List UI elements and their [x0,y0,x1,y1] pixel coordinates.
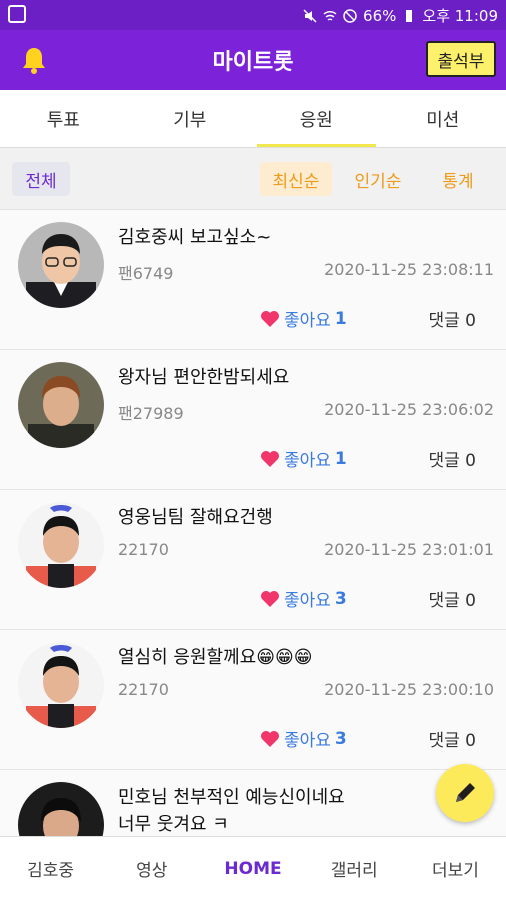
comment-count: 0 [465,311,476,331]
like-button[interactable]: 좋아요 3 [260,586,347,611]
avatar[interactable] [18,222,104,308]
status-bar: 66% 오후 11:09 [0,0,506,30]
like-button[interactable]: 좋아요 1 [260,446,347,471]
list-item[interactable]: 김호중씨 보고싶소~ 팬6749 2020-11-25 23:08:11 좋아요… [0,210,506,350]
comment-label: 댓글 [428,731,460,751]
list-item[interactable]: 민호님 천부적인 예능신이네요 너무 웃겨요 ㅋ [0,770,506,836]
heart-icon [261,590,279,607]
like-label: 좋아요 [284,311,331,331]
post-author: 팬27989 [118,404,184,423]
app-bar: 마이트롯 출석부 [0,30,506,90]
comment-label: 댓글 [428,591,460,611]
like-label: 좋아요 [284,591,331,611]
clock: 오후 11:09 [422,7,498,25]
bell-icon[interactable] [20,45,48,75]
like-count: 3 [334,588,347,609]
filter-all-button[interactable]: 전체 [12,162,70,196]
post-author: 22170 [118,680,169,699]
like-count: 1 [334,308,347,329]
comment-button[interactable]: 댓글 0 [428,446,476,471]
like-count: 1 [334,448,347,469]
comment-count: 0 [465,731,476,751]
post-author: 팬6749 [118,264,174,283]
post-author: 22170 [118,540,169,559]
block-icon [343,8,357,23]
heart-icon [261,450,279,467]
comment-label: 댓글 [428,311,460,331]
tab-donate[interactable]: 기부 [127,90,254,147]
tab-mission[interactable]: 미션 [380,90,506,147]
nav-kimhojoong[interactable]: 김호중 [0,837,101,900]
avatar[interactable] [18,502,104,588]
comment-count: 0 [465,591,476,611]
post-message: 김호중씨 보고싶소~ [118,227,272,248]
comment-button[interactable]: 댓글 0 [428,726,476,751]
notification-icon [8,5,26,23]
write-post-button[interactable] [436,764,494,822]
comment-label: 댓글 [428,451,460,471]
post-message: 민호님 천부적인 예능신이네요 너무 웃겨요 ㅋ [118,787,345,835]
heart-icon [261,310,279,327]
like-button[interactable]: 좋아요 1 [260,306,347,331]
post-date: 2020-11-25 23:00:10 [324,680,494,699]
cheer-post-list: 김호중씨 보고싶소~ 팬6749 2020-11-25 23:08:11 좋아요… [0,210,506,836]
tab-vote[interactable]: 투표 [0,90,127,147]
wifi-icon [323,10,337,21]
post-date: 2020-11-25 23:06:02 [324,400,494,419]
like-label: 좋아요 [284,731,331,751]
nav-gallery[interactable]: 갤러리 [304,837,405,900]
nav-home[interactable]: HOME [202,837,303,900]
sort-popular-button[interactable]: 인기순 [342,162,414,196]
app-title: 마이트롯 [212,50,294,75]
post-message: 왕자님 편안한밤되세요 [118,367,290,388]
list-item[interactable]: 왕자님 편안한밤되세요 팬27989 2020-11-25 23:06:02 좋… [0,350,506,490]
tab-cheer[interactable]: 응원 [253,90,380,147]
post-date: 2020-11-25 23:08:11 [324,260,494,279]
comment-button[interactable]: 댓글 0 [428,586,476,611]
nav-more[interactable]: 더보기 [405,837,506,900]
heart-icon [261,730,279,747]
battery-percent: 66% [363,6,397,25]
like-count: 3 [334,728,347,749]
filter-bar: 전체 최신순 인기순 통계 [0,148,506,210]
mute-icon [303,8,317,23]
nav-video[interactable]: 영상 [101,837,202,900]
list-item[interactable]: 열심히 응원할께요😁😁😁 22170 2020-11-25 23:00:10 좋… [0,630,506,770]
post-message: 영웅님팀 잘해요건행 [118,507,273,528]
bottom-nav: 김호중 영상 HOME 갤러리 더보기 [0,836,506,900]
post-message: 열심히 응원할께요😁😁😁 [118,647,313,668]
comment-button[interactable]: 댓글 0 [428,306,476,331]
avatar[interactable] [18,362,104,448]
avatar[interactable] [18,782,104,836]
list-item[interactable]: 영웅님팀 잘해요건행 22170 2020-11-25 23:01:01 좋아요… [0,490,506,630]
pen-icon [456,783,475,802]
stats-button[interactable]: 통계 [428,162,488,196]
comment-count: 0 [465,451,476,471]
sort-latest-button[interactable]: 최신순 [260,162,332,196]
attendance-button[interactable]: 출석부 [426,41,496,77]
like-button[interactable]: 좋아요 3 [260,726,347,751]
avatar[interactable] [18,642,104,728]
top-tabs: 투표 기부 응원 미션 [0,90,506,148]
battery-icon [406,9,413,22]
like-label: 좋아요 [284,451,331,471]
post-date: 2020-11-25 23:01:01 [324,540,494,559]
